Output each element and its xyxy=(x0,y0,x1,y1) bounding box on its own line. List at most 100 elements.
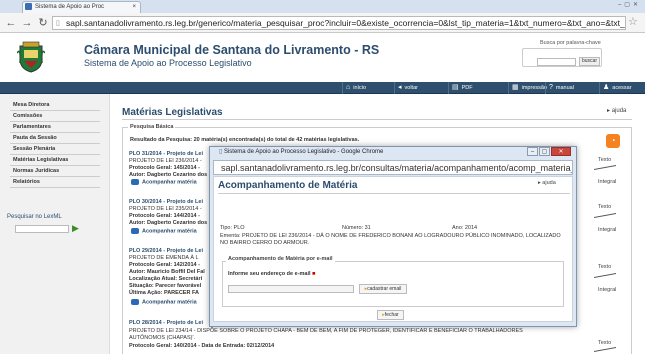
rss-icon[interactable]: ◔ xyxy=(606,134,620,148)
materia-localizacao: Localização Atual: Secretári xyxy=(129,276,203,282)
sidebar-item-normas-juridicas[interactable]: Normas Jurídicas xyxy=(10,166,100,177)
toolbar-voltar[interactable]: ◂ voltar xyxy=(398,83,418,93)
follow-materia-button[interactable]: Acompanhar matéria xyxy=(131,299,197,305)
materia-protocolo: Protocolo Geral: 142/2014 - xyxy=(129,262,200,268)
materia-ementa: PROJETO DE LEI 236/2014 - xyxy=(129,158,202,164)
lexml-go-icon[interactable]: ▶ xyxy=(72,224,79,233)
sidebar-item-comissoes[interactable]: Comissões xyxy=(10,111,100,122)
keyword-search-label: Busca por palavra-chave xyxy=(540,40,601,46)
materia-ementa: PROJETO DE EMENDA À L xyxy=(129,255,199,261)
materia-situacao: Situação: Parecer favorável xyxy=(129,283,202,289)
window-controls[interactable]: –▢✕ xyxy=(597,1,641,11)
pdf-icon: ▤ xyxy=(452,84,459,91)
forward-icon[interactable]: → xyxy=(20,16,34,30)
follow-label: Acompanhar matéria xyxy=(142,228,197,235)
integral-label[interactable]: Integral xyxy=(598,179,616,185)
site-subtitle: Sistema de Apoio ao Processo Legislativo xyxy=(84,58,252,68)
email-legend: Acompanhamento de Matéria por e-mail xyxy=(226,256,335,262)
materia-protocolo: Protocolo Geral: 140/2014 - Data de Entr… xyxy=(129,343,275,349)
maximize-icon[interactable]: ▢ xyxy=(539,147,550,156)
required-marker: ■ xyxy=(312,271,316,277)
popup-title: ▯ Sistema de Apoio ao Processo Legislati… xyxy=(219,149,384,155)
toolbar-voltar-label: voltar xyxy=(404,85,418,91)
materia-ementa: PROJETO DE LEI 235/2014 - xyxy=(129,206,202,212)
toolbar-pdf[interactable]: ▤ PDF xyxy=(452,83,473,93)
sidebar-item-relatorios[interactable]: Relatórios xyxy=(10,177,100,188)
follow-label: Acompanhar matéria xyxy=(142,299,197,306)
toolbar-acessar[interactable]: ♟ acessar xyxy=(603,83,632,93)
help-icon: ? xyxy=(549,84,553,91)
materia-autor: Autor: Dagberto Cezarino dos xyxy=(129,220,208,226)
integral-label[interactable]: Integral xyxy=(598,287,616,293)
sidebar-item-materias-legislativas[interactable]: Matérias Legislativas xyxy=(10,155,100,166)
popup-address-bar[interactable]: sapl.santanadolivramento.rs.leg.br/consu… xyxy=(213,160,573,175)
popup-help-label: ajuda xyxy=(542,180,556,186)
follow-icon xyxy=(131,299,139,305)
sidebar-item-pauta-da-sessao[interactable]: Pauta da Sessão xyxy=(10,133,100,144)
email-label-text: Informe seu endereço de e-mail xyxy=(228,271,311,277)
materia-ementa: Ementa: PROJETO DE LEI 236/2014 - DÁ O N… xyxy=(220,233,561,239)
popup-heading: Acompanhamento de Matéria xyxy=(218,180,358,191)
texto-label: Texto xyxy=(598,340,612,346)
materia-protocolo: Protocolo Geral: 145/2014 - xyxy=(129,165,200,171)
materia-link[interactable]: PLO 31/2014 - Projeto de Lei xyxy=(129,151,203,158)
sidebar-item-sessao-plenaria[interactable]: Sessão Plenária xyxy=(10,144,100,155)
bookmark-star-icon[interactable]: ☆ xyxy=(628,15,638,28)
follow-materia-button[interactable]: Acompanhar matéria xyxy=(131,179,197,185)
minimize-icon[interactable]: – xyxy=(527,147,538,156)
toolbar-divider xyxy=(448,82,449,94)
texto-label: Texto xyxy=(598,204,612,210)
materia-link[interactable]: PLO 29/2014 - Projeto de Lei xyxy=(129,248,203,255)
keyword-search-input[interactable] xyxy=(537,58,576,66)
close-icon[interactable]: ✕ xyxy=(551,147,571,156)
integral-label[interactable]: Integral xyxy=(598,227,616,233)
texto-label: Texto xyxy=(598,157,612,163)
materia-autor: Autor: Dagberto Cezarino dos xyxy=(129,172,208,178)
page-title: Matérias Legislativas xyxy=(122,107,223,118)
cadastrar-email-button[interactable]: ▸cadastrar email xyxy=(359,284,407,294)
materia-ementa-cont: AUTÔNOMOS (CHAPAS)'. xyxy=(129,335,196,341)
popup-help-link[interactable]: ▸ ajuda xyxy=(538,180,556,186)
result-summary: Resultado da Pesquisa: 20 matéria(s) enc… xyxy=(130,137,360,143)
toolbar-impressao[interactable]: ▦ impressão xyxy=(512,83,547,93)
sidebar-item-mesa-diretora[interactable]: Mesa Diretora xyxy=(10,100,100,111)
toolbar-manual-label: manual xyxy=(555,85,574,91)
print-icon: ▦ xyxy=(512,84,519,91)
tab-title: Sistema de Apoio ao Proc xyxy=(35,4,105,10)
materia-tipo: Tipo: PLO xyxy=(220,225,245,231)
browser-tab[interactable]: Sistema de Apoio ao Proc × xyxy=(22,1,141,13)
address-bar[interactable]: ▯ sapl.santanadolivramento.rs.leg.br/gen… xyxy=(52,16,626,30)
materia-autor: Autor: Mauricio Boffil Del Fal xyxy=(129,269,205,275)
email-label: Informe seu endereço de e-mail ■ xyxy=(228,271,315,277)
toolbar-inicio[interactable]: ⌂ início xyxy=(346,83,366,93)
materia-link[interactable]: PLO 30/2014 - Projeto de Lei xyxy=(129,199,203,206)
fechar-label: fechar xyxy=(384,312,399,318)
tab-close-icon[interactable]: × xyxy=(132,2,136,13)
toolbar-impressao-label: impressão xyxy=(521,85,547,91)
help-link[interactable]: ▸ ajuda xyxy=(607,107,626,114)
toolbar-manual[interactable]: ? manual xyxy=(549,83,574,93)
lexml-search-input[interactable] xyxy=(15,225,69,233)
sidebar-item-parlamentares[interactable]: Parlamentares xyxy=(10,122,100,133)
follow-materia-button[interactable]: Acompanhar matéria xyxy=(131,228,197,234)
materia-ementa-cont: NO BAIRRO CERRO DO ARMOUR. xyxy=(220,240,310,246)
home-icon: ⌂ xyxy=(346,84,351,91)
popup-window-controls: – ▢ ✕ xyxy=(527,147,572,157)
tab-favicon-icon xyxy=(25,3,32,10)
back-arrow-icon: ◂ xyxy=(398,84,402,91)
keyword-search-button[interactable]: buscar xyxy=(579,57,600,66)
toolbar-divider xyxy=(342,82,343,94)
email-input[interactable] xyxy=(228,285,354,293)
fechar-button[interactable]: ▸fechar xyxy=(377,310,404,320)
cadastrar-email-label: cadastrar email xyxy=(367,286,402,292)
toolbar-divider xyxy=(545,82,546,94)
reload-icon[interactable]: ↻ xyxy=(36,16,50,30)
back-icon[interactable]: ← xyxy=(4,16,18,30)
materia-link[interactable]: PLO 28/2014 - Projeto de Lei xyxy=(129,320,203,327)
materia-ano: Ano: 2014 xyxy=(452,225,478,231)
materia-protocolo: Protocolo Geral: 144/2014 - xyxy=(129,213,200,219)
follow-label: Acompanhar matéria xyxy=(142,179,197,186)
site-title: Câmara Municipal de Santana do Livrament… xyxy=(84,43,380,57)
follow-icon xyxy=(131,179,139,185)
url-text: sapl.santanadolivramento.rs.leg.br/gener… xyxy=(66,18,625,28)
